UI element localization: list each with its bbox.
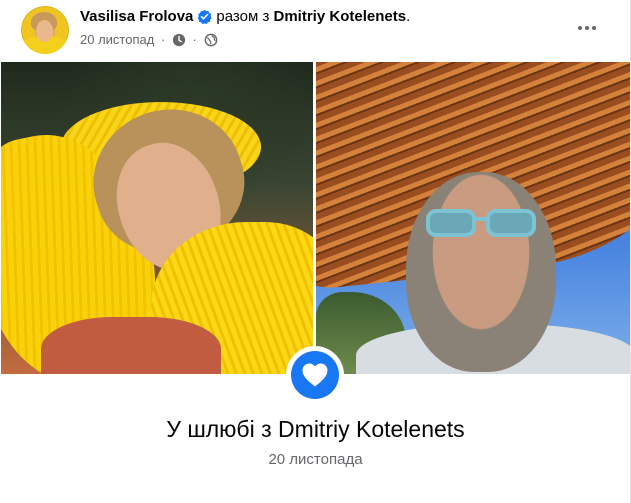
- event-title: У шлюбі з Dmitriy Kotelenets: [166, 416, 465, 442]
- sunglasses: [426, 209, 536, 237]
- heart-icon: [302, 363, 328, 387]
- post-date-link[interactable]: 20 листопад: [80, 32, 154, 47]
- life-event-post: Vasilisa Frolova разом з Dmitriy Kotelen…: [0, 0, 631, 503]
- avatar-face: [36, 20, 53, 42]
- meta-separator: ·: [160, 32, 166, 47]
- author-photo[interactable]: [1, 62, 313, 374]
- verified-badge-icon: [198, 9, 213, 24]
- author-name-link[interactable]: Vasilisa Frolova: [80, 8, 193, 25]
- with-word: разом з: [216, 8, 270, 25]
- more-dot: [578, 26, 582, 30]
- post-meta: 20 листопад · ·: [80, 31, 218, 49]
- event-badge-circle: [291, 351, 339, 399]
- tagged-person-photo[interactable]: [316, 62, 630, 374]
- more-dot: [585, 26, 589, 30]
- author-avatar[interactable]: [21, 6, 69, 54]
- dress: [41, 317, 221, 374]
- globe-icon[interactable]: [204, 33, 218, 47]
- event-date: 20 листопада: [268, 451, 363, 468]
- more-dot: [592, 26, 596, 30]
- post-title-line: Vasilisa Frolova разом з Dmitriy Kotelen…: [80, 7, 410, 27]
- post-header: Vasilisa Frolova разом з Dmitriy Kotelen…: [0, 0, 631, 62]
- event-photos: [1, 62, 630, 374]
- more-options-button[interactable]: [569, 10, 605, 46]
- tagged-person-link[interactable]: Dmitriy Kotelenets: [274, 8, 407, 25]
- man-head: [406, 172, 556, 372]
- tagged-suffix: .: [406, 8, 411, 25]
- event-badge: [286, 346, 344, 404]
- meta-separator-2: ·: [192, 32, 197, 47]
- clock-icon: [172, 33, 186, 47]
